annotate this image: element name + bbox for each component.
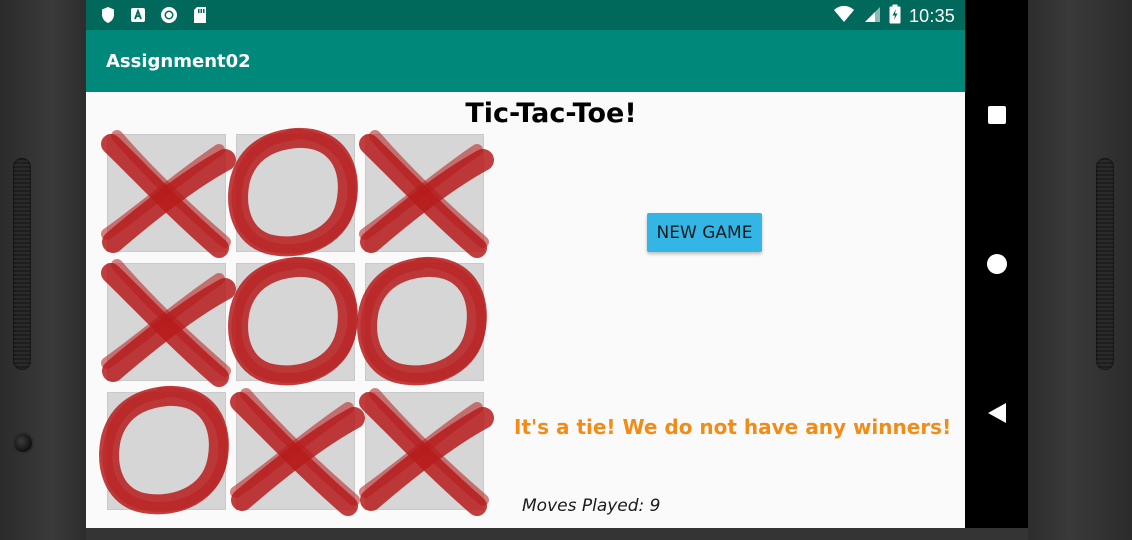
game-title: Tic-Tac-Toe!	[465, 98, 637, 129]
app-title: Assignment02	[106, 51, 251, 72]
back-triangle-icon	[988, 403, 1006, 423]
app-screen: 10:35 Assignment02 Tic-Tac-Toe! NEW GAME…	[86, 0, 965, 528]
left-speaker-grill	[13, 158, 31, 370]
board-cell[interactable]	[359, 388, 494, 516]
board-cell[interactable]	[99, 385, 230, 515]
o-mark-icon	[357, 256, 487, 386]
back-button[interactable]	[982, 398, 1012, 428]
navigation-bar	[965, 0, 1028, 528]
shield-icon	[100, 6, 116, 29]
wifi-icon	[833, 5, 855, 28]
o-mark-icon	[228, 127, 358, 257]
board-cell[interactable]	[101, 259, 236, 387]
moves-played-row: Moves Played: 9	[522, 496, 661, 516]
board-cell[interactable]	[357, 256, 488, 386]
game-content: Tic-Tac-Toe! NEW GAME It's a tie! We do …	[86, 92, 965, 528]
x-mark-icon	[101, 130, 236, 258]
app-a-icon	[130, 6, 146, 29]
battery-icon	[889, 4, 901, 29]
result-message: It's a tie! We do not have any winners!	[514, 415, 952, 439]
moves-played-label: Moves Played: 9	[522, 496, 661, 516]
x-mark-icon	[359, 388, 494, 516]
x-mark-icon	[359, 130, 494, 258]
home-circle-icon	[987, 254, 1007, 274]
status-right-icons: 10:35	[833, 4, 955, 29]
home-button[interactable]	[982, 249, 1012, 279]
o-mark-icon	[228, 256, 358, 386]
app-toolbar: Assignment02	[86, 30, 965, 92]
board-cell[interactable]	[230, 388, 365, 516]
device-frame: 10:35 Assignment02 Tic-Tac-Toe! NEW GAME…	[0, 0, 1132, 540]
o-mark-icon	[99, 385, 229, 515]
overview-button[interactable]	[982, 100, 1012, 130]
sdcard-icon	[192, 6, 208, 29]
overview-square-icon	[988, 106, 1006, 124]
right-bezel	[1028, 0, 1132, 540]
board-cell[interactable]	[359, 130, 494, 258]
signal-icon	[863, 5, 881, 28]
x-mark-icon	[230, 388, 365, 516]
x-mark-icon	[101, 259, 236, 387]
board-cell[interactable]	[101, 130, 236, 258]
new-game-button[interactable]: NEW GAME	[647, 213, 762, 252]
tic-tac-toe-board	[99, 127, 494, 523]
status-left-icons	[100, 6, 208, 29]
right-speaker-grill	[1096, 158, 1114, 370]
board-cell[interactable]	[228, 127, 359, 257]
status-bar: 10:35	[86, 0, 965, 30]
front-camera	[14, 434, 32, 452]
record-icon	[160, 6, 178, 29]
status-time: 10:35	[908, 6, 955, 26]
board-cell[interactable]	[228, 256, 359, 386]
